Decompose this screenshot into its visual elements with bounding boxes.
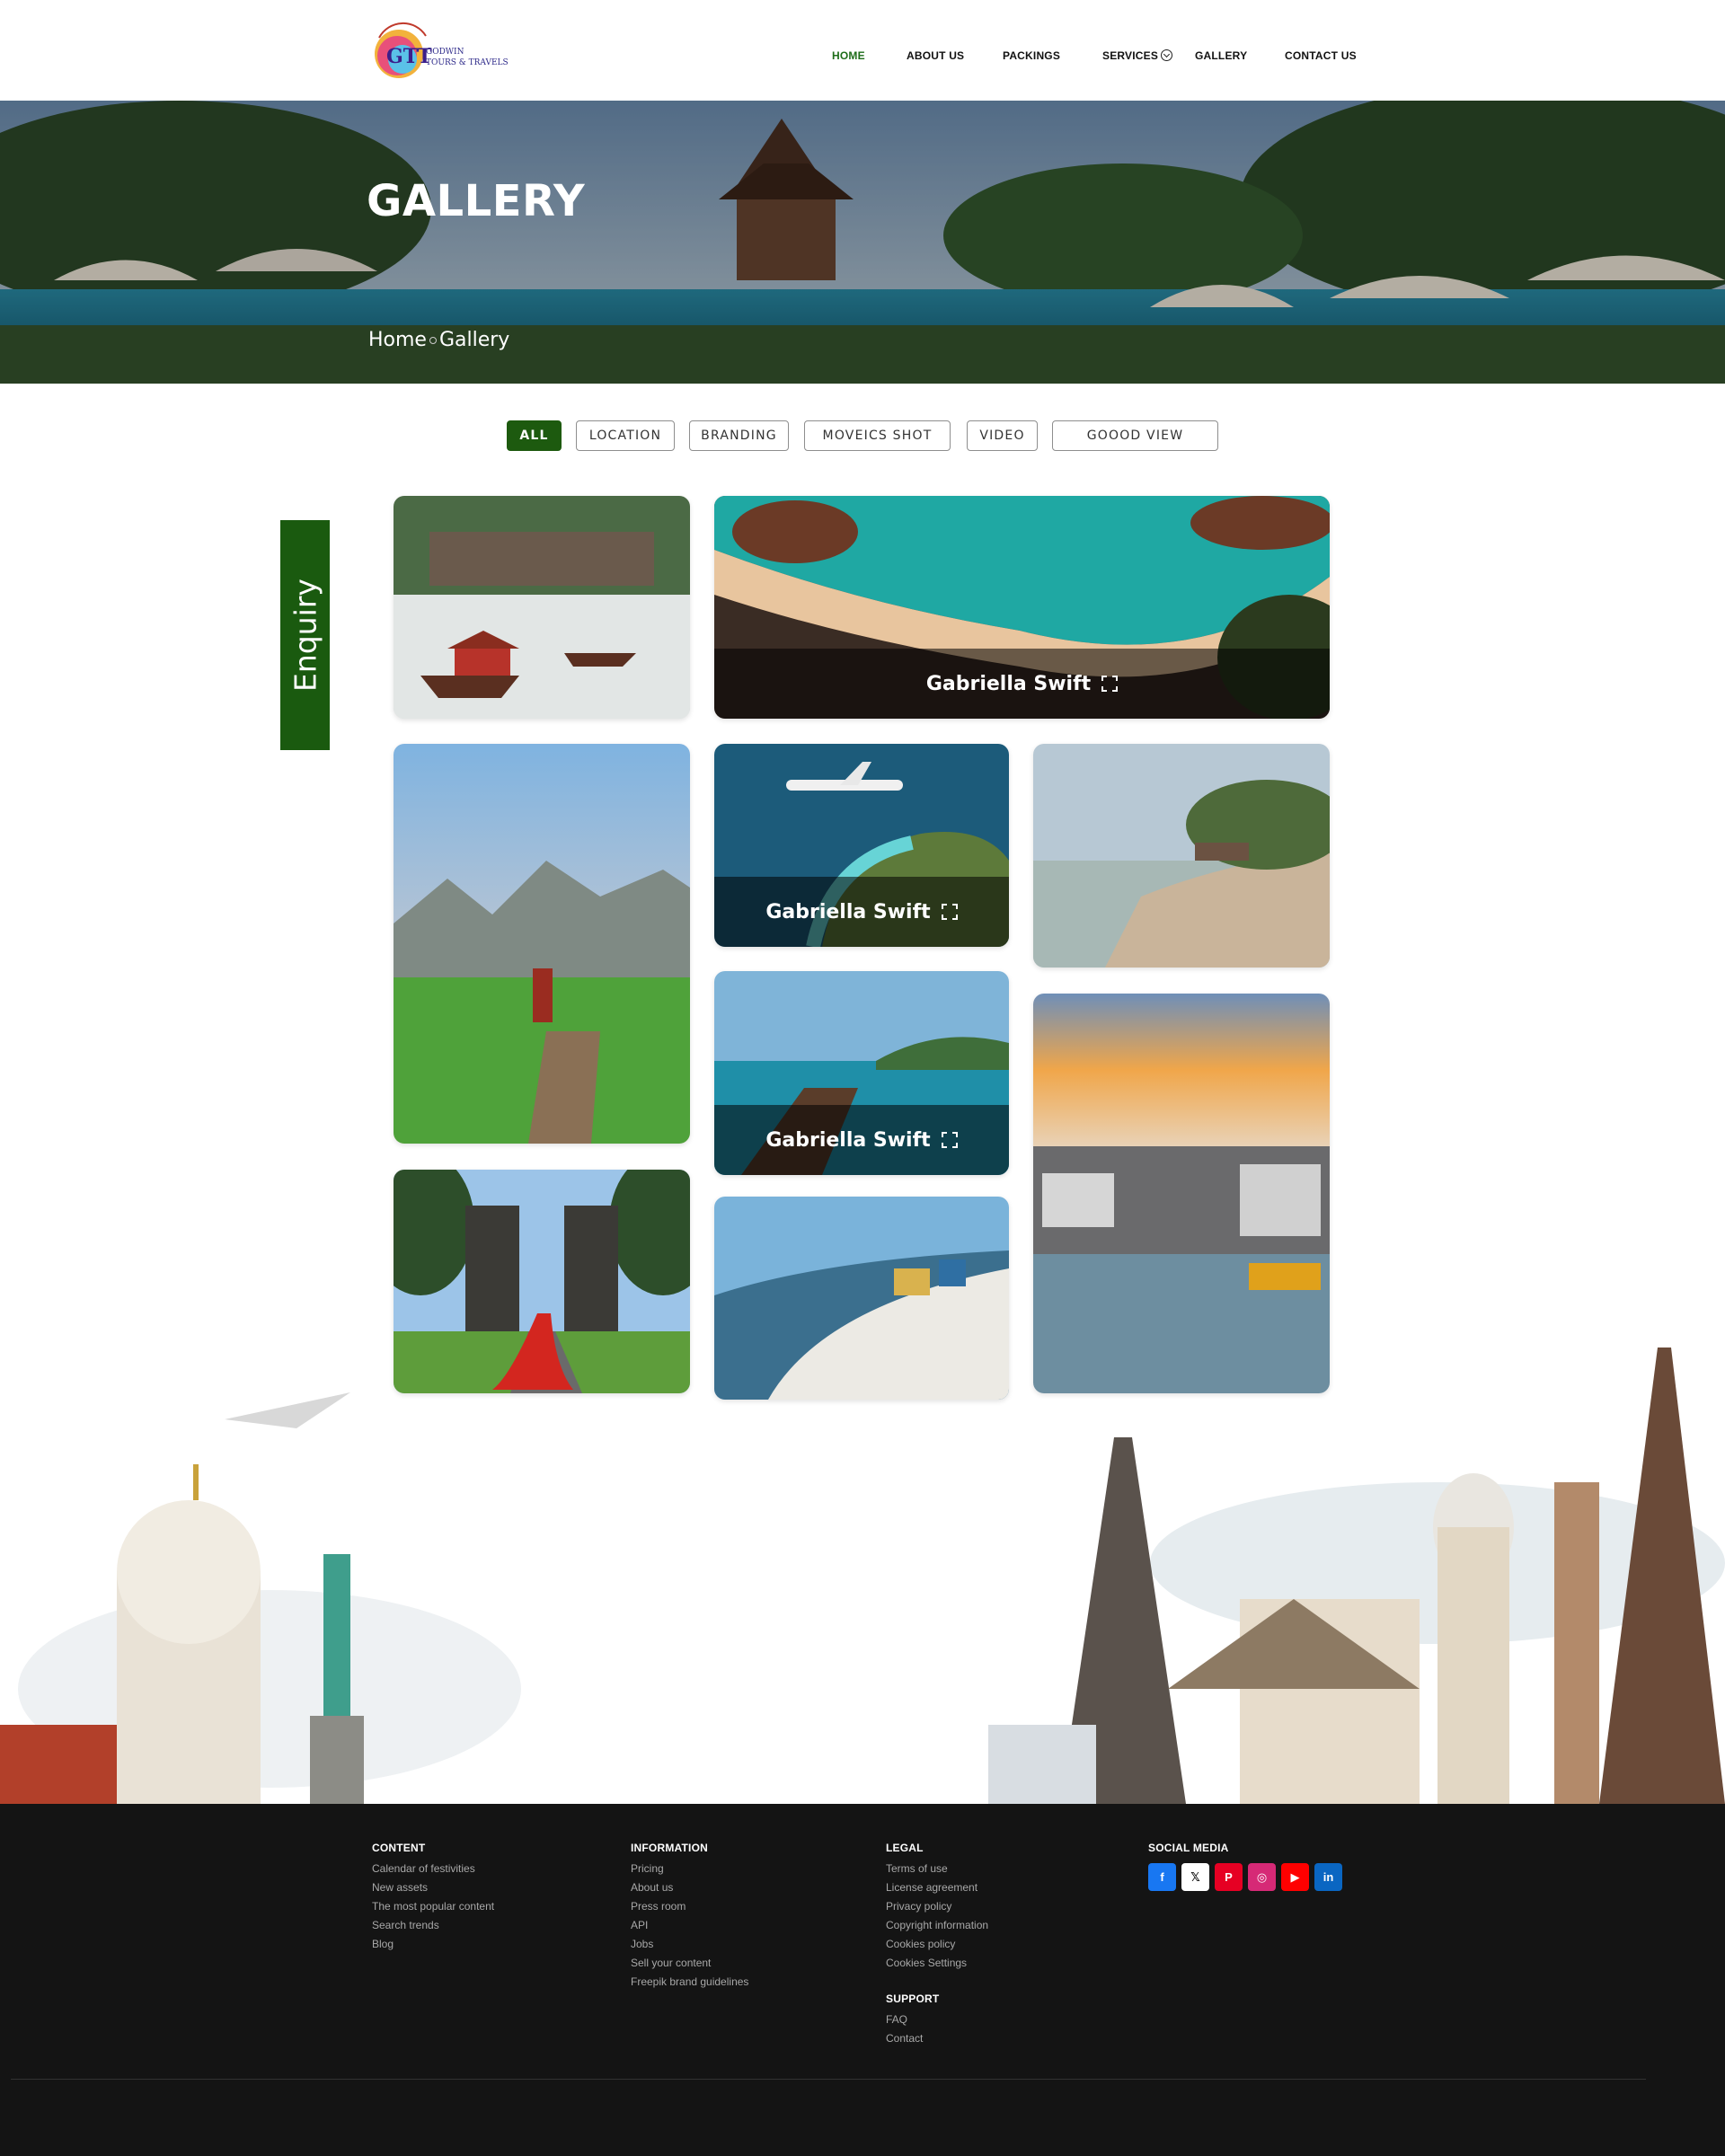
nav-gallery[interactable]: GALLERY	[1195, 49, 1247, 62]
nav-services-label: SERVICES	[1102, 49, 1159, 62]
nav-packings[interactable]: PACKINGS	[1003, 49, 1060, 62]
instagram-icon[interactable]: ◎	[1248, 1863, 1276, 1891]
footer-link[interactable]: Terms of use	[886, 1860, 988, 1878]
footer-link[interactable]: Contact	[886, 2029, 988, 2048]
gallery-image	[394, 496, 690, 719]
footer-divider	[11, 2079, 1646, 2080]
footer-link[interactable]: Copyright information	[886, 1916, 988, 1935]
expand-icon[interactable]	[941, 904, 958, 920]
page-title: GALLERY	[367, 176, 586, 226]
footer-link[interactable]: Press room	[631, 1897, 748, 1916]
footer-link[interactable]: Cookies Settings	[886, 1954, 988, 1973]
footer-heading: LEGAL	[886, 1842, 924, 1854]
footer-column-legal: LEGAL Terms of use License agreement Pri…	[886, 1842, 988, 2048]
gallery-item[interactable]: Gabriella Swift	[714, 496, 1330, 719]
footer-heading: INFORMATION	[631, 1842, 708, 1854]
enquiry-button[interactable]: Enquiry	[280, 520, 330, 750]
filter-tab-moveics-shot[interactable]: MOVEICS SHOT	[804, 420, 951, 451]
footer-heading: CONTENT	[372, 1842, 426, 1854]
site-header: GTT GODWIN TOURS & TRAVELS HOME ABOUT US…	[0, 0, 1725, 101]
chevron-down-icon[interactable]	[1161, 49, 1173, 61]
gallery-image	[1033, 744, 1330, 968]
site-logo[interactable]: GTT GODWIN TOURS & TRAVELS	[367, 20, 510, 83]
filter-tab-all[interactable]: ALL	[507, 420, 562, 451]
footer-link[interactable]: License agreement	[886, 1878, 988, 1897]
footer-link[interactable]: About us	[631, 1878, 748, 1897]
site-footer	[0, 1804, 1725, 2156]
footer-link[interactable]: Jobs	[631, 1935, 748, 1954]
enquiry-label: Enquiry	[288, 579, 323, 692]
footer-link[interactable]: Cookies policy	[886, 1935, 988, 1954]
footer-link[interactable]: API	[631, 1916, 748, 1935]
nav-contact-us[interactable]: CONTACT US	[1285, 49, 1357, 62]
gallery-item[interactable]	[1033, 744, 1330, 968]
caption-text: Gabriella Swift	[925, 672, 1092, 695]
hero-background-image	[0, 101, 1725, 384]
footer-link[interactable]: Search trends	[372, 1916, 494, 1935]
footer-link[interactable]: Privacy policy	[886, 1897, 988, 1916]
nav-about-us[interactable]: ABOUT US	[907, 49, 964, 62]
gallery-caption: Gabriella Swift	[714, 877, 1009, 947]
filter-tab-branding[interactable]: BRANDING	[689, 420, 789, 451]
filter-tab-video[interactable]: VIDEO	[967, 420, 1038, 451]
gallery-item[interactable]: Gabriella Swift	[714, 744, 1009, 947]
footer-link[interactable]: Blog	[372, 1935, 494, 1954]
footer-heading: SOCIAL MEDIA	[1148, 1842, 1229, 1854]
breadcrumb: Home Gallery	[368, 329, 509, 351]
svg-text:GODWIN: GODWIN	[426, 48, 464, 57]
landmarks-illustration	[0, 1348, 1725, 1806]
gallery-item[interactable]	[394, 496, 690, 719]
gallery-image	[1033, 994, 1330, 1393]
gallery-image	[394, 744, 690, 1144]
landmarks-image	[0, 1348, 1725, 1806]
footer-column-content: CONTENT Calendar of festivities New asse…	[372, 1842, 494, 1954]
gallery-item[interactable]: Gabriella Swift	[714, 971, 1009, 1175]
footer-link[interactable]: Calendar of festivities	[372, 1860, 494, 1878]
nav-home[interactable]: HOME	[832, 49, 865, 62]
filter-tab-location[interactable]: LOCATION	[576, 420, 675, 451]
footer-link[interactable]: The most popular content	[372, 1897, 494, 1916]
hero-banner	[0, 101, 1725, 384]
footer-link[interactable]: Pricing	[631, 1860, 748, 1878]
svg-text:TOURS & TRAVELS: TOURS & TRAVELS	[426, 58, 509, 67]
facebook-icon[interactable]: f	[1148, 1863, 1176, 1891]
footer-link[interactable]: Freepik brand guidelines	[631, 1973, 748, 1992]
footer-column-social: SOCIAL MEDIA f 𝕏 P ◎ ▶ in	[1148, 1842, 1342, 1891]
breadcrumb-separator-icon	[429, 337, 437, 344]
footer-link[interactable]: New assets	[372, 1878, 494, 1897]
x-icon[interactable]: 𝕏	[1181, 1863, 1209, 1891]
linkedin-icon[interactable]: in	[1314, 1863, 1342, 1891]
expand-icon[interactable]	[1101, 676, 1119, 692]
caption-text: Gabriella Swift	[765, 1128, 931, 1152]
footer-link[interactable]: Sell your content	[631, 1954, 748, 1973]
pinterest-icon[interactable]: P	[1215, 1863, 1243, 1891]
gallery-caption: Gabriella Swift	[714, 1105, 1009, 1175]
footer-link[interactable]: FAQ	[886, 2010, 988, 2029]
gallery-item[interactable]	[1033, 994, 1330, 1393]
gallery-caption: Gabriella Swift	[714, 649, 1330, 719]
breadcrumb-current: Gallery	[438, 329, 510, 351]
filter-tab-goood-view[interactable]: GOOOD VIEW	[1052, 420, 1218, 451]
expand-icon[interactable]	[941, 1132, 958, 1148]
logo-graphic: GTT GODWIN TOURS & TRAVELS	[375, 22, 509, 78]
social-icons: f 𝕏 P ◎ ▶ in	[1148, 1863, 1342, 1891]
nav-services[interactable]: SERVICES	[1102, 49, 1173, 62]
footer-heading-support: SUPPORT	[886, 1993, 940, 2005]
breadcrumb-home[interactable]: Home	[368, 329, 427, 351]
gallery-item[interactable]	[394, 744, 690, 1144]
footer-column-information: INFORMATION Pricing About us Press room …	[631, 1842, 748, 1992]
youtube-icon[interactable]: ▶	[1281, 1863, 1309, 1891]
caption-text: Gabriella Swift	[765, 900, 931, 923]
